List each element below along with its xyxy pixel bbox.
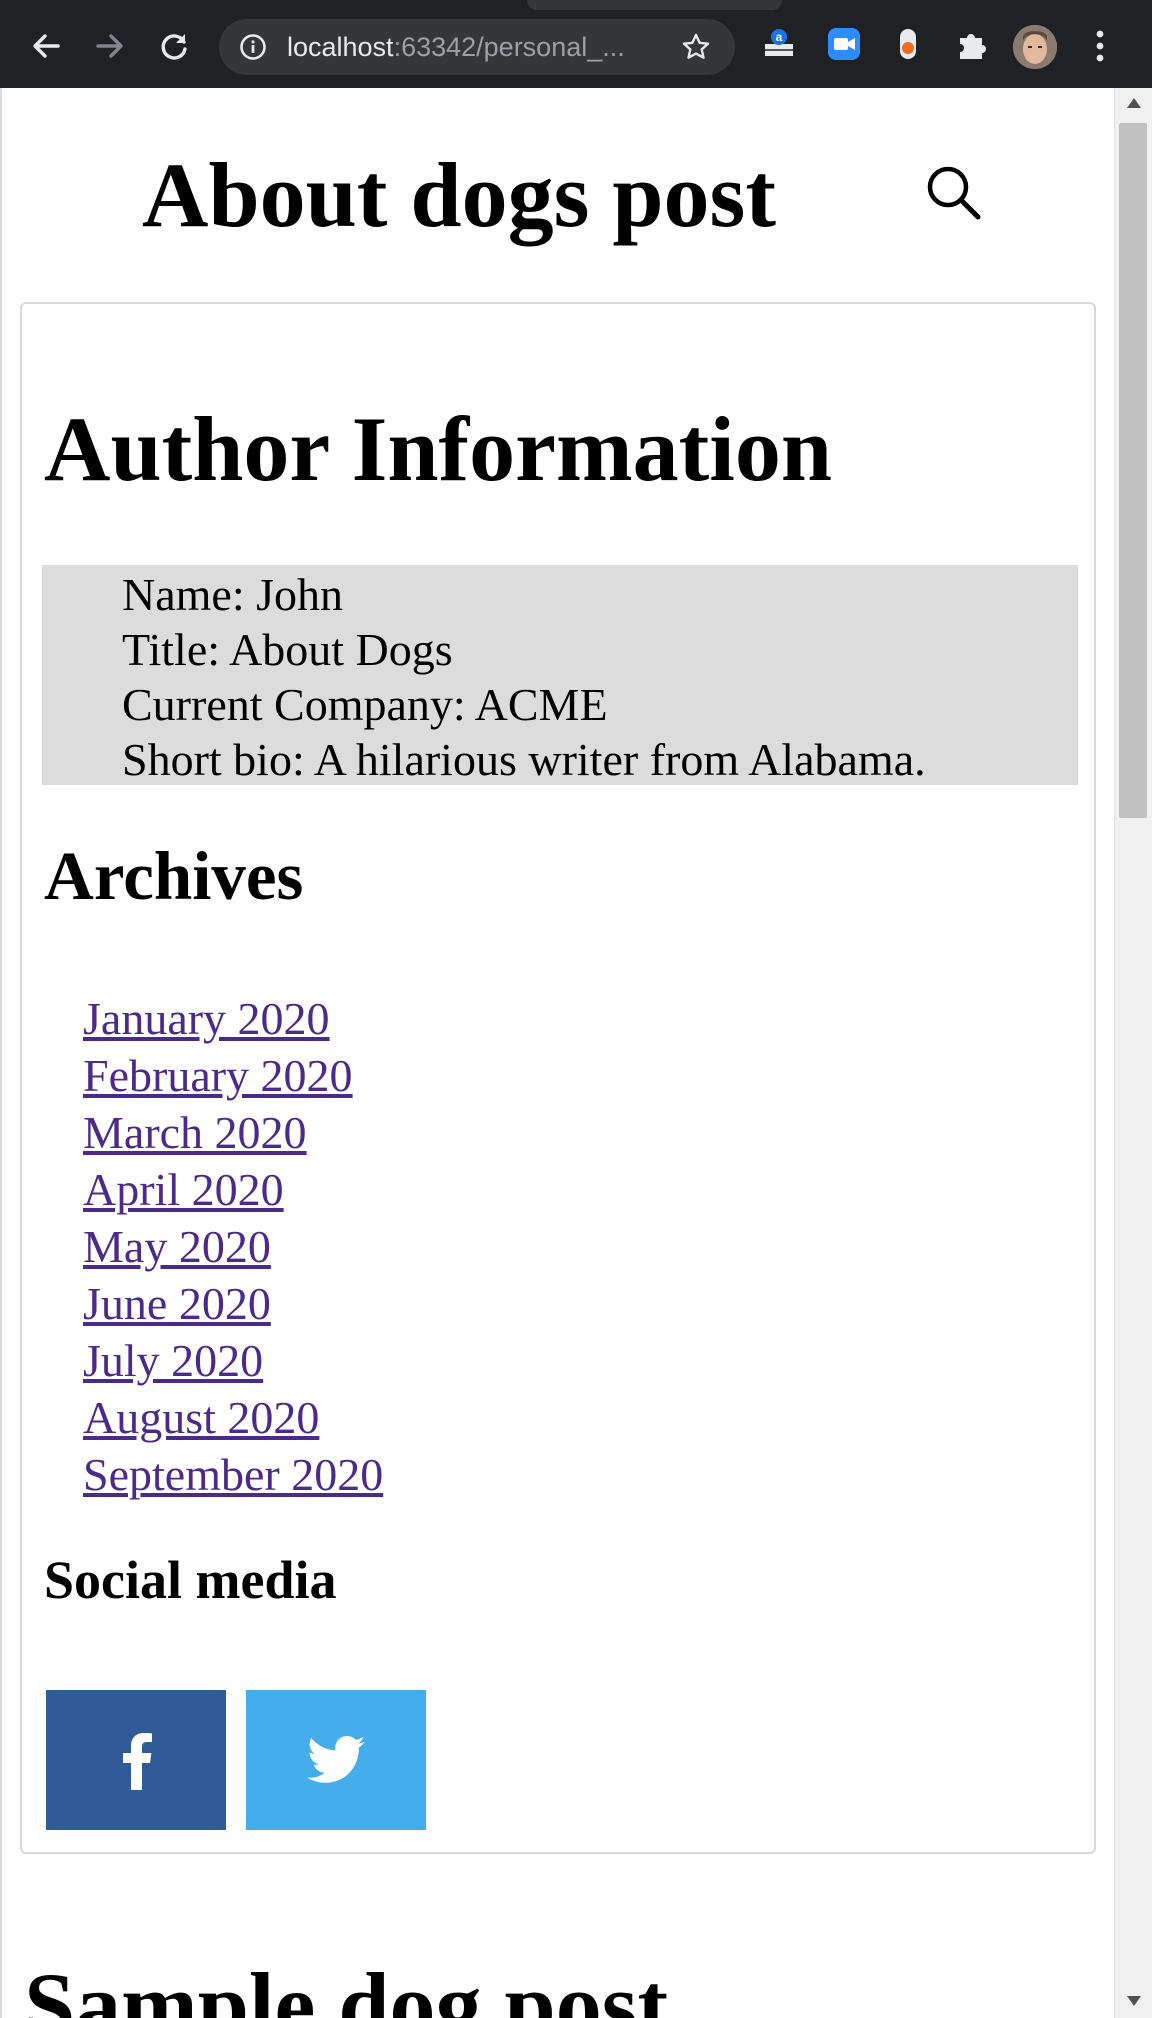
recorder-extension-icon[interactable] [890, 26, 926, 62]
archive-item: April 2020 [83, 1161, 383, 1218]
archive-link[interactable]: April 2020 [83, 1164, 284, 1215]
archive-link[interactable]: March 2020 [83, 1107, 307, 1158]
forward-arrow-icon [96, 34, 123, 58]
archive-link[interactable]: July 2020 [83, 1335, 263, 1386]
address-bar[interactable]: localhost:63342/personal_... [219, 19, 735, 75]
archive-item: March 2020 [83, 1104, 383, 1161]
forward-button[interactable] [86, 22, 134, 70]
archive-link[interactable]: June 2020 [83, 1278, 271, 1329]
scroll-down-arrow-icon[interactable] [1126, 1994, 1142, 2008]
page-scrollbar[interactable] [1114, 88, 1152, 2018]
author-name: Name: John [122, 569, 344, 620]
url-text[interactable]: localhost:63342/personal_... [287, 32, 687, 62]
twitter-icon [307, 1736, 365, 1783]
puzzle-extensions-icon[interactable] [954, 26, 990, 62]
url-path: :63342/personal_... [393, 32, 625, 62]
archive-link[interactable]: January 2020 [83, 993, 330, 1044]
archive-item: August 2020 [83, 1389, 383, 1446]
archive-item: February 2020 [83, 1047, 383, 1104]
sidebar-card: Author Information Name: John Title: Abo… [20, 302, 1096, 1854]
twitter-button[interactable] [246, 1690, 426, 1830]
back-button[interactable] [22, 22, 70, 70]
archive-item: July 2020 [83, 1332, 383, 1389]
archive-item: September 2020 [83, 1446, 383, 1503]
url-host: localhost [287, 32, 394, 62]
archive-link[interactable]: February 2020 [83, 1050, 353, 1101]
archive-link[interactable]: May 2020 [83, 1221, 271, 1272]
amazon-extension-icon[interactable]: a [761, 26, 797, 62]
search-icon[interactable] [926, 165, 982, 221]
author-info-box: Name: John Title: About Dogs Current Com… [42, 565, 1078, 785]
archive-item: May 2020 [83, 1218, 383, 1275]
profile-avatar[interactable] [1013, 25, 1057, 69]
active-tab-edge [527, 0, 782, 10]
reload-button[interactable] [150, 22, 198, 70]
social-media-heading: Social media [44, 1550, 337, 1610]
archive-item: June 2020 [83, 1275, 383, 1332]
archive-link[interactable]: August 2020 [83, 1392, 319, 1443]
site-title: About dogs post [142, 144, 776, 246]
archive-list: January 2020 February 2020 March 2020 Ap… [83, 990, 383, 1503]
author-bio: Short bio: A hilarious writer from Alaba… [122, 734, 926, 785]
author-heading: Author Information [44, 398, 833, 500]
browser-toolbar: localhost:63342/personal_... a [0, 0, 1152, 88]
kebab-menu-icon[interactable] [1086, 26, 1114, 66]
star-icon[interactable] [681, 32, 711, 62]
back-arrow-icon [33, 34, 60, 58]
page-viewport: About dogs post Author Information Name:… [0, 88, 1116, 2018]
avatar-image [1013, 25, 1057, 69]
author-company: Current Company: ACME [122, 679, 608, 730]
archive-link[interactable]: September 2020 [83, 1449, 383, 1500]
info-icon[interactable] [239, 33, 267, 61]
facebook-button[interactable] [46, 1690, 226, 1830]
svg-text:a: a [776, 30, 783, 44]
author-title: Title: About Dogs [122, 624, 453, 675]
facebook-icon [123, 1733, 152, 1790]
reload-icon [161, 34, 187, 60]
scroll-up-arrow-icon[interactable] [1126, 96, 1142, 110]
zoom-extension-icon[interactable] [826, 26, 862, 62]
scrollbar-thumb[interactable] [1119, 123, 1147, 818]
next-post-heading: Sample dog post [24, 1954, 669, 2018]
archive-item: January 2020 [83, 990, 383, 1047]
archives-heading: Archives [44, 838, 304, 914]
